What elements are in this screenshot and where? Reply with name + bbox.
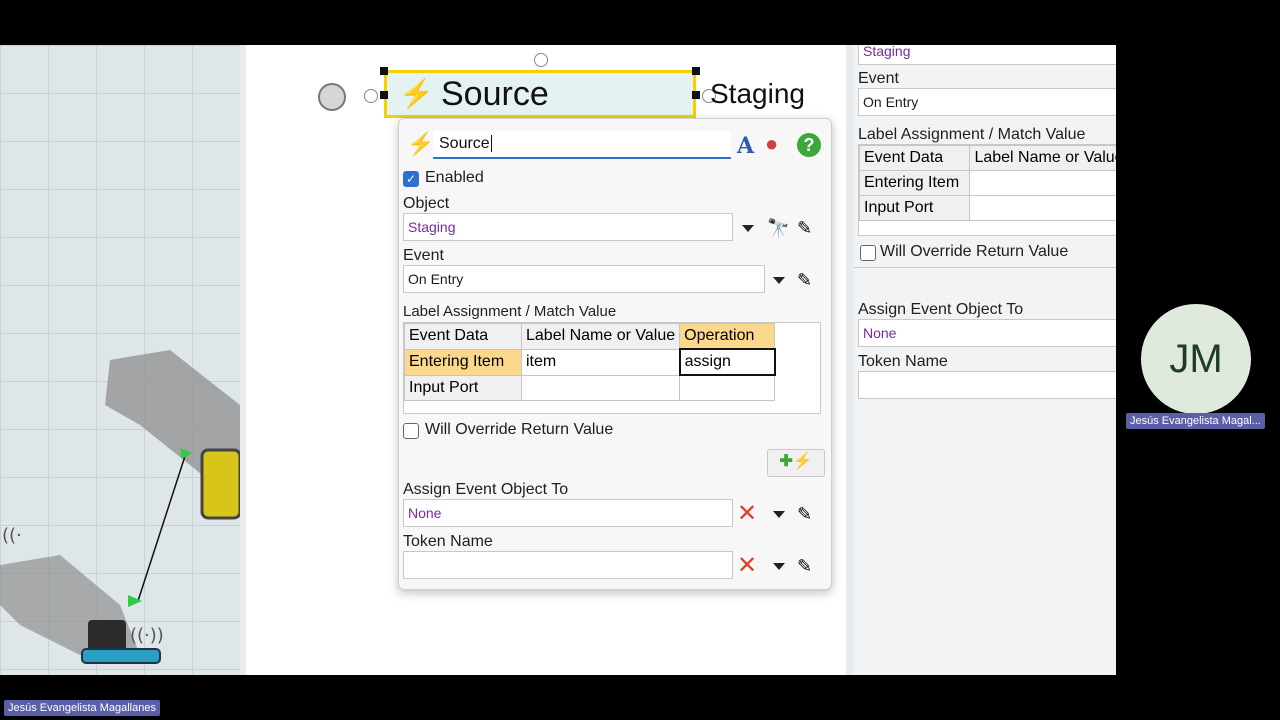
avatar[interactable]: JM [1141, 304, 1251, 414]
eyedropper-icon[interactable]: ✎ [797, 269, 812, 291]
add-event-button[interactable]: ✚⚡ [767, 449, 825, 477]
eyedropper-icon[interactable]: ✎ [797, 555, 812, 577]
assign-event-object-label: Assign Event Object To [858, 301, 1024, 318]
font-icon[interactable]: A [737, 133, 754, 159]
name-input-value: Source [439, 135, 490, 152]
color-palette-icon[interactable]: ● [765, 131, 778, 157]
device-base [81, 648, 161, 664]
connection-line [137, 452, 187, 602]
object-label: Object [403, 195, 450, 212]
help-icon[interactable]: ? [797, 133, 821, 157]
header-event-data[interactable]: Event Data [859, 145, 971, 171]
eyedropper-icon[interactable]: ✎ [797, 217, 812, 239]
resize-handle[interactable] [692, 67, 700, 75]
header-label-name[interactable]: Label Name or Value [969, 145, 1116, 171]
enabled-label: Enabled [425, 169, 484, 186]
event-dropdown-icon[interactable] [773, 277, 785, 284]
table-row[interactable]: Input Port [404, 374, 776, 401]
avatar-initials: JM [1169, 337, 1223, 381]
token-name-field[interactable] [403, 551, 733, 579]
properties-panel: Staging Event On Entry Label Assignment … [854, 45, 1116, 675]
assign-event-object-label: Assign Event Object To [403, 481, 569, 498]
enabled-checkbox[interactable]: ✓ [403, 171, 419, 187]
delete-x-icon[interactable]: ✕ [737, 551, 757, 580]
add-event-icon: ✚⚡ [779, 453, 813, 470]
event-label: Event [858, 70, 899, 87]
table-cell[interactable]: Entering Item [859, 170, 971, 196]
override-label: Will Override Return Value [880, 243, 1069, 260]
source-activity-icon: ⚡ [399, 78, 434, 109]
table-cell[interactable] [969, 195, 1116, 221]
eyedropper-icon[interactable]: ✎ [797, 503, 812, 525]
divider [854, 267, 1116, 268]
splitter[interactable] [846, 45, 854, 675]
override-checkbox[interactable] [860, 245, 876, 261]
table-cell[interactable]: Input Port [404, 374, 522, 401]
bottom-name-badge: Jesús Evangelista Magallanes [4, 700, 160, 716]
table-header-row: Event Data Label Name or Value Operation [404, 323, 776, 350]
binoculars-icon[interactable]: 🔭 [767, 217, 789, 239]
table-header-row: Event Data Label Name or Value [859, 145, 1116, 171]
staging-label: Staging [710, 78, 805, 109]
rotate-handle[interactable] [534, 53, 548, 67]
machine-object [200, 448, 240, 520]
object-field[interactable]: Staging [403, 213, 733, 241]
event-field[interactable]: On Entry [403, 265, 765, 293]
override-checkbox[interactable] [403, 423, 419, 439]
source-activity-block[interactable]: ⚡ Source [384, 70, 696, 118]
table-cell[interactable]: Entering Item [404, 348, 522, 376]
source-block-title: Source [441, 75, 549, 113]
assign-dropdown-icon[interactable] [773, 511, 785, 518]
event-label: Event [403, 247, 444, 264]
resize-handle[interactable] [380, 91, 388, 99]
event-field[interactable]: On Entry [858, 88, 1116, 116]
header-event-data[interactable]: Event Data [404, 323, 522, 350]
token-name-label: Token Name [858, 353, 948, 370]
table-cell[interactable] [520, 374, 681, 401]
table-row[interactable]: Input Port [859, 195, 1116, 221]
object-dropdown-icon[interactable] [742, 225, 754, 232]
table-cell-editing[interactable]: assign [678, 348, 776, 376]
participant-name-badge: Jesús Evangelista Magal... [1126, 413, 1265, 429]
connector-handle-left[interactable] [364, 89, 378, 103]
3d-scene: ((·)) ((· [0, 350, 240, 664]
activity-properties-popup: ⚡ Source A ● ? ✓ Enabled Object Staging … [398, 118, 832, 590]
table-cell[interactable]: item [520, 348, 681, 376]
token-name-field[interactable] [858, 371, 1116, 399]
table-cell[interactable] [969, 170, 1116, 196]
resize-handle[interactable] [692, 91, 700, 99]
object-field[interactable]: Staging [858, 45, 1116, 65]
table-cell[interactable] [679, 374, 776, 401]
svg-text:((·: ((· [2, 525, 22, 546]
name-input[interactable]: Source [433, 131, 731, 159]
label-assignment-table: Event Data Label Name or Value Entering … [859, 145, 1116, 221]
header-operation[interactable]: Operation [679, 323, 776, 350]
label-assignment-heading: Label Assignment / Match Value [403, 303, 617, 320]
assign-event-object-field[interactable]: None [403, 499, 733, 527]
token-name-label: Token Name [403, 533, 493, 550]
label-assignment-table-container: Event Data Label Name or Value Operation… [403, 322, 821, 414]
header-label-name[interactable]: Label Name or Value [520, 323, 681, 350]
label-assignment-table: Event Data Label Name or Value Operation… [404, 323, 776, 401]
svg-text:((·)): ((·)) [130, 625, 164, 646]
3d-viewport[interactable]: ((·)) ((· [0, 45, 240, 675]
token-dropdown-icon[interactable] [773, 563, 785, 570]
flow-node-circle[interactable] [318, 83, 346, 111]
label-assignment-heading: Label Assignment / Match Value [858, 126, 1086, 143]
assign-event-object-field[interactable]: None [858, 319, 1116, 347]
table-row[interactable]: Entering Item [859, 170, 1116, 196]
source-activity-icon: ⚡ [407, 131, 435, 156]
table-cell[interactable]: Input Port [859, 195, 971, 221]
table-row[interactable]: Entering Item item assign [404, 348, 776, 376]
resize-handle[interactable] [380, 67, 388, 75]
delete-x-icon[interactable]: ✕ [737, 499, 757, 528]
label-assignment-table-container: Event Data Label Name or Value Entering … [858, 144, 1116, 236]
override-label: Will Override Return Value [425, 421, 614, 438]
